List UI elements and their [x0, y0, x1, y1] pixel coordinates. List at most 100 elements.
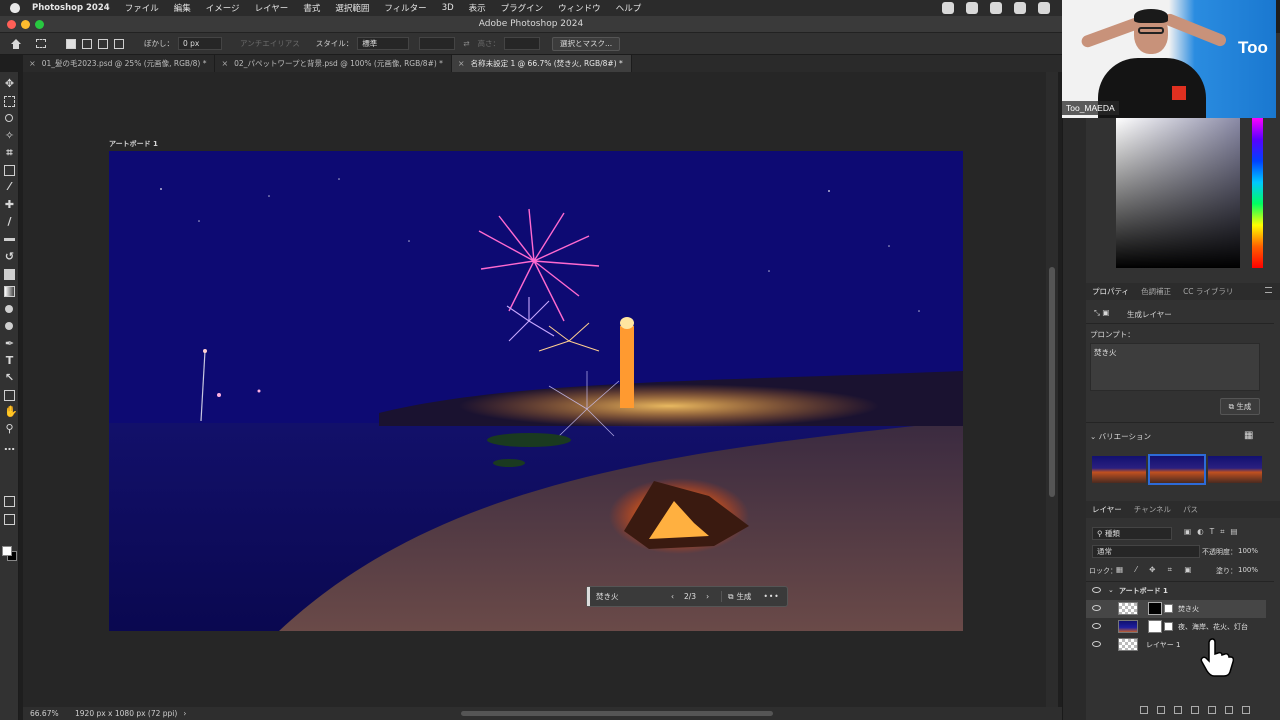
link-layers-icon[interactable]: [1140, 706, 1148, 714]
history-brush-icon[interactable]: ↺: [4, 251, 15, 262]
layer-group-artboard[interactable]: ⌄ アートボード 1: [1086, 582, 1266, 600]
next-variation-icon[interactable]: ›: [706, 592, 709, 601]
variations-header[interactable]: ⌄ バリエーション: [1090, 431, 1151, 442]
new-group-icon[interactable]: [1208, 706, 1216, 714]
move-tool-icon[interactable]: ✥: [4, 78, 15, 89]
lock-icons[interactable]: ▦ ⁄ ✥ ⌗ ▣: [1116, 565, 1196, 575]
variation-thumb-1[interactable]: [1092, 456, 1146, 483]
more-tools-icon[interactable]: …: [4, 441, 15, 452]
dropbox-icon[interactable]: [942, 2, 954, 14]
generate-button[interactable]: ⧉ 生成: [1220, 398, 1260, 415]
tab-document-1[interactable]: × 01_髪の毛2023.psd @ 25% (元画像, RGB/8) *: [23, 55, 216, 72]
rectangle-tool-icon[interactable]: [4, 390, 15, 401]
add-selection-icon[interactable]: [82, 38, 92, 49]
eraser-tool-icon[interactable]: [4, 269, 15, 280]
more-options-icon[interactable]: •••: [763, 592, 779, 601]
artboard-image[interactable]: [109, 151, 963, 631]
width-input[interactable]: [419, 37, 456, 50]
layer-filter-select[interactable]: ⚲ 種類: [1092, 527, 1172, 540]
adobe-icon[interactable]: [1014, 2, 1026, 14]
layer-row-night-beach[interactable]: 夜、海岸、花火、灯台: [1086, 618, 1266, 636]
menu-view[interactable]: 表示: [469, 2, 486, 14]
style-select[interactable]: 標準: [357, 37, 410, 50]
close-tab-icon[interactable]: ×: [221, 59, 228, 68]
grid-view-icon[interactable]: ▦: [1244, 430, 1253, 441]
swap-icon[interactable]: ⇄: [463, 39, 469, 48]
select-and-mask-button[interactable]: 選択とマスク...: [552, 36, 621, 51]
tab-document-2[interactable]: × 02_パペットワープと背景.psd @ 100% (元画像, RGB/8#) …: [215, 55, 452, 72]
status-chevron-icon[interactable]: ›: [183, 709, 186, 718]
menu-window[interactable]: ウィンドウ: [558, 2, 601, 14]
menu-plugins[interactable]: プラグイン: [501, 2, 544, 14]
vertical-scrollbar[interactable]: [1046, 72, 1058, 707]
screen-mode-icon[interactable]: [4, 514, 15, 525]
type-tool-icon[interactable]: T: [4, 355, 15, 366]
tab-adjustments[interactable]: 色調補正: [1141, 286, 1171, 297]
crop-tool-icon[interactable]: ⌗: [4, 147, 15, 158]
pen-tool-icon[interactable]: ✒: [4, 338, 15, 349]
menu-file[interactable]: ファイル: [125, 2, 159, 14]
layer-mask-thumbnail[interactable]: [1148, 602, 1162, 615]
delete-layer-icon[interactable]: [1242, 706, 1250, 714]
new-layer-icon[interactable]: [1225, 706, 1233, 714]
menu-help[interactable]: ヘルプ: [616, 2, 642, 14]
rectangular-marquee-icon[interactable]: [36, 39, 46, 48]
quick-mask-icon[interactable]: [4, 496, 15, 507]
new-selection-icon[interactable]: [66, 38, 76, 49]
menu-image[interactable]: イメージ: [206, 2, 240, 14]
expand-chevron-icon[interactable]: ⌄: [1108, 586, 1114, 594]
close-tab-icon[interactable]: ×: [458, 59, 465, 68]
foreground-color-swatch[interactable]: [2, 546, 12, 556]
canvas-area[interactable]: アートボード 1: [23, 72, 1046, 707]
subtract-selection-icon[interactable]: [98, 38, 108, 49]
menu-layer[interactable]: レイヤー: [255, 2, 289, 14]
apple-icon[interactable]: [10, 3, 20, 13]
menu-app-name[interactable]: Photoshop 2024: [32, 3, 110, 13]
document-info[interactable]: 1920 px x 1080 px (72 ppi): [75, 709, 177, 718]
battery-icon[interactable]: [1038, 2, 1050, 14]
tab-properties[interactable]: プロパティ: [1092, 286, 1129, 297]
fx-icon[interactable]: [1157, 706, 1165, 714]
feather-input[interactable]: 0 px: [178, 37, 222, 50]
tab-layers[interactable]: レイヤー: [1092, 504, 1122, 515]
visibility-eye-icon[interactable]: [1092, 641, 1101, 647]
menu-filter[interactable]: フィルター: [384, 2, 426, 14]
brush-tool-icon[interactable]: /: [4, 216, 15, 227]
marquee-tool-icon[interactable]: [4, 96, 15, 107]
prompt-textarea[interactable]: 焚き火: [1090, 343, 1260, 391]
variation-thumb-2[interactable]: [1148, 454, 1206, 485]
layer-row-takibi[interactable]: 焚き火: [1086, 600, 1266, 618]
gradient-tool-icon[interactable]: [4, 286, 15, 297]
intersect-selection-icon[interactable]: [114, 38, 124, 49]
zoom-tool-icon[interactable]: ⚲: [4, 423, 15, 434]
dodge-tool-icon[interactable]: [5, 322, 13, 330]
menu-edit[interactable]: 編集: [174, 2, 191, 14]
tab-channels[interactable]: チャンネル: [1134, 504, 1171, 515]
layer-row-layer1[interactable]: レイヤー 1: [1086, 636, 1266, 654]
layer-filter-icons[interactable]: ▣◐T⌗▤: [1184, 527, 1244, 537]
frame-tool-icon[interactable]: [4, 165, 15, 176]
menu-type[interactable]: 書式: [303, 2, 320, 14]
eyedropper-tool-icon[interactable]: ⁄: [4, 181, 15, 192]
variation-thumb-3[interactable]: [1208, 456, 1262, 483]
tab-cc-libraries[interactable]: CC ライブラリ: [1183, 286, 1233, 297]
scroll-thumb[interactable]: [1049, 267, 1055, 497]
zoom-level[interactable]: 66.67%: [30, 709, 75, 718]
visibility-eye-icon[interactable]: [1092, 605, 1101, 611]
horizontal-scroll-thumb[interactable]: [461, 711, 773, 716]
healing-brush-icon[interactable]: ✚: [4, 199, 15, 210]
layer-mask-thumbnail[interactable]: [1148, 620, 1162, 633]
visibility-eye-icon[interactable]: [1092, 587, 1101, 593]
prev-variation-icon[interactable]: ‹: [671, 592, 674, 601]
adjustment-layer-icon[interactable]: [1191, 706, 1199, 714]
hue-slider[interactable]: [1252, 118, 1263, 268]
artboard-label[interactable]: アートボード 1: [109, 139, 158, 149]
creative-cloud-icon[interactable]: [990, 2, 1002, 14]
menu-select[interactable]: 選択範囲: [335, 2, 369, 14]
quick-select-tool-icon[interactable]: ✧: [4, 130, 15, 141]
ctx-generate-button[interactable]: ⧉ 生成: [721, 591, 751, 602]
opacity-input[interactable]: 100%: [1238, 547, 1258, 555]
fill-input[interactable]: 100%: [1238, 566, 1258, 574]
lasso-tool-icon[interactable]: [5, 114, 13, 122]
antialias-checkbox[interactable]: アンチエイリアス: [240, 38, 300, 49]
